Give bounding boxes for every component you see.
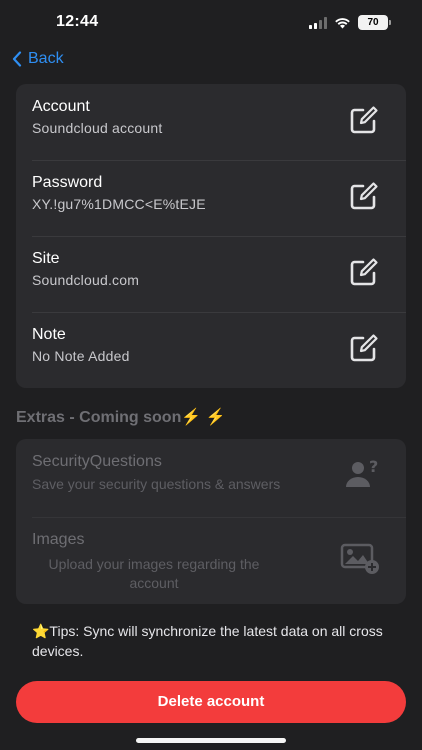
home-indicator [136, 738, 286, 743]
field-title: Password [32, 174, 103, 191]
extras-item-title: SecurityQuestions [32, 453, 162, 470]
battery-icon: 70 [358, 15, 391, 30]
field-value: Soundcloud.com [32, 272, 140, 288]
extras-section-title: Extras - Coming soon⚡️ ⚡️ [16, 409, 226, 426]
status-time: 12:44 [56, 13, 99, 30]
cellular-signal-icon [309, 16, 327, 29]
field-value: No Note Added [32, 348, 130, 364]
field-title: Note [32, 326, 66, 343]
account-details-card: Account Soundcloud account Password XY.!… [16, 84, 406, 388]
edit-icon[interactable] [346, 330, 382, 366]
field-site-row: Site Soundcloud.com [16, 236, 406, 312]
field-password-row: Password XY.!gu7%1DMCC<E%tEJE [16, 160, 406, 236]
status-icons: 70 [309, 15, 391, 30]
extras-item-title: Images [32, 531, 85, 548]
tips-text: ⭐️Tips: Sync will synchronize the latest… [32, 623, 383, 659]
person-question-icon: ? [346, 457, 378, 487]
extras-images-row: Images Upload your images regarding the … [16, 517, 406, 595]
extras-item-subtitle: Upload your images regarding the account [48, 556, 260, 591]
extras-item-subtitle: Save your security questions & answers [32, 476, 281, 492]
wifi-icon [335, 17, 350, 28]
delete-account-button[interactable]: Delete account [16, 681, 406, 723]
field-title: Site [32, 250, 60, 267]
field-value: XY.!gu7%1DMCC<E%tEJE [32, 196, 206, 212]
back-button[interactable]: Back [12, 50, 64, 68]
edit-icon[interactable] [346, 178, 382, 214]
chevron-left-icon [12, 51, 22, 67]
status-bar: 12:44 70 [0, 0, 422, 46]
edit-icon[interactable] [346, 102, 382, 138]
field-note-row: Note No Note Added [16, 312, 406, 388]
image-add-icon [340, 543, 379, 574]
field-value: Soundcloud account [32, 120, 163, 136]
field-account-row: Account Soundcloud account [16, 84, 406, 160]
svg-text:?: ? [369, 457, 378, 476]
field-title: Account [32, 98, 90, 115]
edit-icon[interactable] [346, 254, 382, 290]
back-label: Back [28, 50, 64, 67]
extras-security-questions-row: SecurityQuestions Save your security que… [16, 439, 406, 517]
extras-card: SecurityQuestions Save your security que… [16, 439, 406, 604]
